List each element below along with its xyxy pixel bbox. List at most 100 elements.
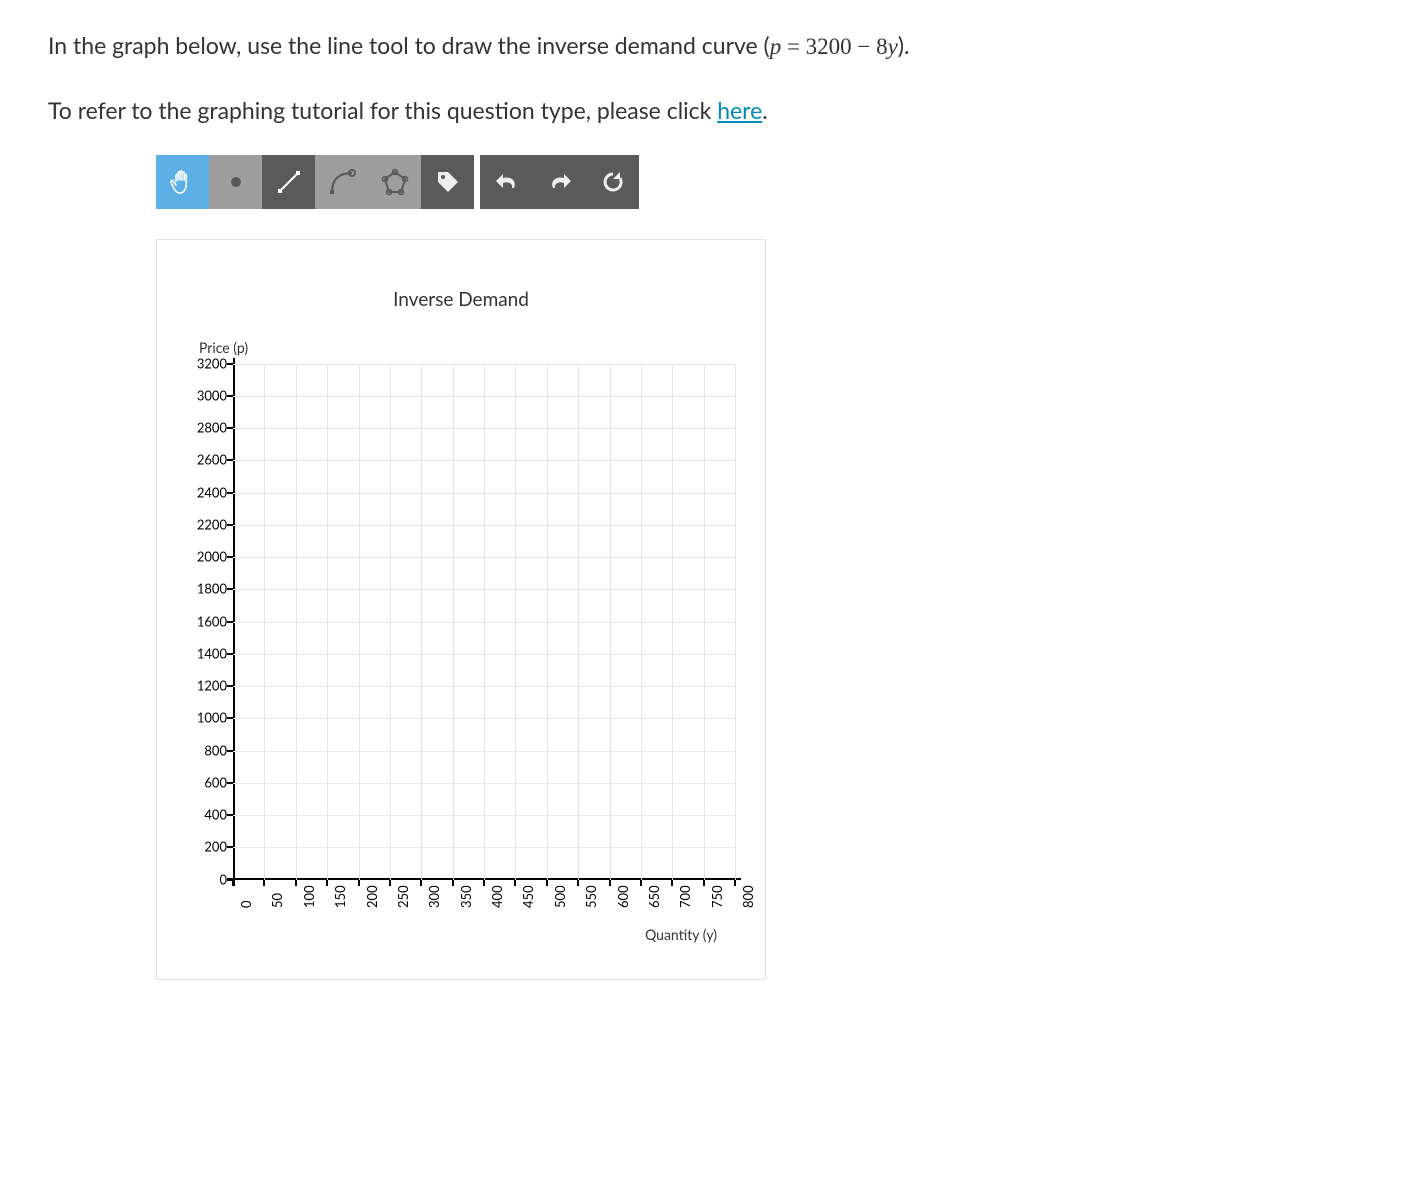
y-tick-label: 400 xyxy=(204,805,227,825)
grid-line-vertical xyxy=(735,364,736,880)
x-tick-label: 250 xyxy=(394,885,414,908)
grid-line-horizontal xyxy=(233,815,735,816)
x-tick-label: 650 xyxy=(645,885,665,908)
y-tick-label: 1400 xyxy=(197,644,227,664)
y-axis-label: Price (p) xyxy=(199,337,747,358)
hand-icon xyxy=(170,169,195,196)
eq-var-p: p xyxy=(770,34,782,59)
curve-tool-button[interactable] xyxy=(315,155,368,209)
y-tick-mark xyxy=(227,653,233,655)
x-tick-label: 450 xyxy=(519,885,539,908)
y-tick-mark xyxy=(227,814,233,816)
grid-line-horizontal xyxy=(233,783,735,784)
y-tick-label: 0 xyxy=(219,870,227,890)
reset-button[interactable] xyxy=(586,155,639,209)
x-axis-ticks: 0501001502002503003504004505005506006507… xyxy=(233,880,735,916)
y-tick-label: 1200 xyxy=(197,676,227,696)
grid-line-horizontal xyxy=(233,364,735,365)
chart-title: Inverse Demand xyxy=(175,286,747,315)
redo-button[interactable] xyxy=(533,155,586,209)
line-tool-button[interactable] xyxy=(262,155,315,209)
y-tick-label: 800 xyxy=(204,741,227,761)
y-tick-mark xyxy=(227,363,233,365)
x-tick-label: 0 xyxy=(237,900,257,908)
eq-coeff: 8 xyxy=(876,34,888,59)
y-tick-mark xyxy=(227,750,233,752)
point-tool-button[interactable] xyxy=(209,155,262,209)
eq-equals: = xyxy=(781,34,805,59)
pan-tool-button[interactable] xyxy=(156,155,209,209)
graph-toolbar xyxy=(156,155,1380,209)
polygon-tool-button[interactable] xyxy=(368,155,421,209)
y-tick-label: 3000 xyxy=(197,386,227,406)
x-tick-label: 200 xyxy=(363,885,383,908)
y-tick-label: 600 xyxy=(204,773,227,793)
tutorial-prefix: To refer to the graphing tutorial for th… xyxy=(48,96,717,124)
y-tick-mark xyxy=(227,782,233,784)
x-axis-label: Quantity (y) xyxy=(175,924,717,945)
y-tick-label: 200 xyxy=(204,838,227,858)
y-tick-mark xyxy=(227,492,233,494)
y-tick-label: 2600 xyxy=(197,451,227,471)
dot-icon xyxy=(228,174,244,190)
x-tick-label: 700 xyxy=(676,885,696,908)
y-tick-mark xyxy=(227,717,233,719)
grid-line-horizontal xyxy=(233,428,735,429)
x-tick-label: 50 xyxy=(268,892,288,907)
y-tick-label: 2800 xyxy=(197,418,227,438)
y-tick-mark xyxy=(227,556,233,558)
y-tick-mark xyxy=(227,846,233,848)
prompt-prefix: In the graph below, use the line tool to… xyxy=(48,31,770,59)
grid-line-horizontal xyxy=(233,686,735,687)
reset-icon xyxy=(601,170,625,194)
x-tick-label: 800 xyxy=(739,885,759,908)
tutorial-suffix: . xyxy=(762,96,767,124)
grid-line-horizontal xyxy=(233,718,735,719)
grid-line-horizontal xyxy=(233,622,735,623)
x-tick-label: 750 xyxy=(708,885,728,908)
x-tick-label: 350 xyxy=(457,885,477,908)
grid-line-horizontal xyxy=(233,589,735,590)
tutorial-link[interactable]: here xyxy=(717,96,762,124)
y-tick-mark xyxy=(227,621,233,623)
redo-icon xyxy=(547,172,573,192)
grid-line-horizontal xyxy=(233,525,735,526)
x-tick-label: 550 xyxy=(582,885,602,908)
grid-line-horizontal xyxy=(233,751,735,752)
y-tick-label: 1000 xyxy=(197,709,227,729)
y-tick-label: 2000 xyxy=(197,547,227,567)
eq-const: 3200 xyxy=(806,34,852,59)
chart-card: Inverse Demand Price (p) 0 200 400 600 800 10… xyxy=(156,239,766,980)
x-tick-label: 600 xyxy=(614,885,634,908)
grid-line-horizontal xyxy=(233,654,735,655)
x-tick-label: 100 xyxy=(300,885,320,908)
y-tick-label: 1800 xyxy=(197,580,227,600)
question-prompt: In the graph below, use the line tool to… xyxy=(48,28,1380,65)
y-tick-mark xyxy=(227,459,233,461)
tutorial-line: To refer to the graphing tutorial for th… xyxy=(48,93,1380,128)
y-tick-label: 3200 xyxy=(197,354,227,374)
tag-icon xyxy=(435,169,461,195)
grid-line-horizontal xyxy=(233,396,735,397)
line-icon xyxy=(275,168,303,196)
y-axis-ticks: 0200400600800100012001400160018002000220… xyxy=(179,364,227,880)
eq-var-y: y xyxy=(888,34,898,59)
plot-area[interactable] xyxy=(233,364,735,880)
x-tick-label: 150 xyxy=(331,885,351,908)
curve-icon xyxy=(327,167,357,197)
grid-line-horizontal xyxy=(233,557,735,558)
x-tick-label: 300 xyxy=(425,885,445,908)
grid-line-horizontal xyxy=(233,493,735,494)
x-tick-label: 500 xyxy=(551,885,571,908)
y-tick-mark xyxy=(227,524,233,526)
grid-line-horizontal xyxy=(233,847,735,848)
y-tick-mark xyxy=(227,395,233,397)
grid-line-horizontal xyxy=(233,460,735,461)
label-tool-button[interactable] xyxy=(421,155,474,209)
undo-button[interactable] xyxy=(480,155,533,209)
polygon-icon xyxy=(380,167,410,197)
prompt-suffix: ). xyxy=(898,31,910,59)
y-tick-label: 2400 xyxy=(197,483,227,503)
y-tick-mark xyxy=(227,427,233,429)
eq-minus: − xyxy=(852,34,876,59)
